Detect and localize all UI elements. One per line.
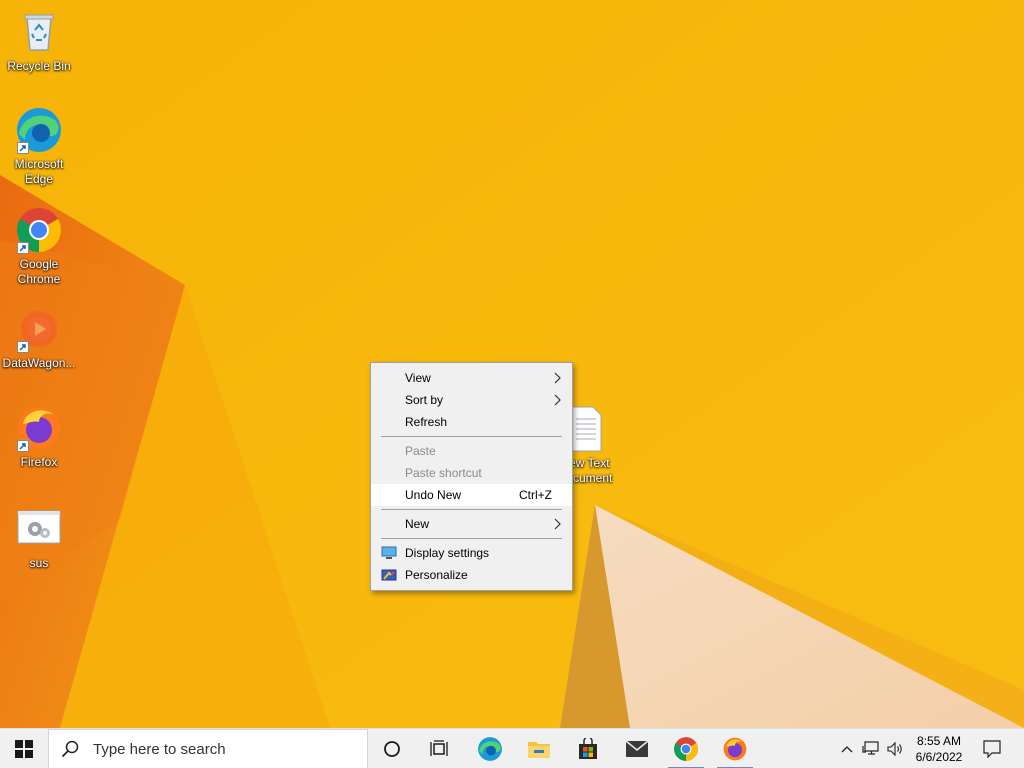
menu-item-sort-by[interactable]: Sort by [371,389,572,411]
menu-item-shortcut: Ctrl+Z [519,488,552,502]
menu-item-paste-shortcut: Paste shortcut [371,462,572,484]
taskbar-edge[interactable] [466,729,514,768]
personalize-icon [381,569,397,581]
network-icon [862,741,879,755]
chevron-up-icon [841,746,853,753]
menu-item-label: New [405,517,430,531]
clock-date: 6/6/2022 [915,750,963,764]
search-placeholder: Type here to search [93,740,226,758]
task-view-icon [430,740,448,756]
store-icon [579,738,597,759]
desktop[interactable]: Recycle Bin Microsoft Edge Google Chrome… [0,0,1024,728]
menu-item-label: Refresh [405,415,448,429]
menu-item-undo-new[interactable]: Undo New Ctrl+Z [371,484,572,506]
firefox-icon [15,404,63,452]
windows-logo-icon [15,740,33,758]
network-button[interactable] [859,729,883,768]
desktop-icon-recycle-bin[interactable]: Recycle Bin [1,8,77,74]
desktop-icon-datawagon[interactable]: DataWagon... [1,305,77,371]
task-view-button[interactable] [416,729,464,768]
shortcut-arrow-icon [17,142,29,154]
start-button[interactable] [0,729,48,768]
menu-item-label: Personalize [405,568,468,582]
cortana-button[interactable] [368,729,416,768]
recycle-bin-icon [15,8,63,56]
desktop-icon-chrome[interactable]: Google Chrome [1,206,77,287]
shortcut-arrow-icon [17,242,29,254]
datawagon-icon [15,305,63,353]
chevron-right-icon [554,518,561,530]
desktop-icon-label: DataWagon... [2,356,76,370]
chrome-icon [674,737,698,761]
menu-item-label: Undo New [405,488,462,502]
desktop-icon-label: Google Chrome [17,257,61,286]
taskbar-file-explorer[interactable] [515,729,563,768]
clock[interactable]: 8:55 AM 6/6/2022 [910,729,968,768]
shortcut-arrow-icon [17,440,29,452]
file-explorer-icon [528,742,550,758]
menu-item-label: Paste [405,444,436,458]
menu-item-label: View [405,371,431,385]
chevron-right-icon [554,372,561,384]
speaker-icon [887,741,902,757]
desktop-icon-label: Firefox [20,455,58,469]
taskbar-mail[interactable] [613,729,661,768]
menu-item-label: Paste shortcut [405,466,482,480]
notification-icon [983,740,1001,758]
menu-separator [381,509,562,510]
taskbar-chrome[interactable] [662,729,710,768]
clock-time: 8:55 AM [916,734,962,748]
chevron-right-icon [554,394,561,406]
menu-item-view[interactable]: View [371,367,572,389]
menu-item-new[interactable]: New [371,513,572,535]
desktop-icon-label: sus [29,556,49,570]
desktop-icon-edge[interactable]: Microsoft Edge [1,106,77,187]
menu-item-personalize[interactable]: Personalize [371,564,572,586]
menu-item-paste: Paste [371,440,572,462]
mail-icon [625,740,649,757]
taskbar-store[interactable] [564,729,612,768]
desktop-icon-label: Recycle Bin [7,59,71,73]
menu-item-display-settings[interactable]: Display settings [371,542,572,564]
menu-item-label: Display settings [405,546,490,560]
desktop-icon-label: Microsoft Edge [14,157,64,186]
cortana-icon [384,741,400,757]
desktop-icon-firefox[interactable]: Firefox [1,404,77,470]
settings-file-icon [15,505,63,553]
taskbar-firefox[interactable] [711,729,759,768]
volume-button[interactable] [884,729,908,768]
display-icon [381,546,397,559]
desktop-icon-sus[interactable]: sus [1,505,77,571]
desktop-context-menu: View Sort by Refresh Paste Paste shortcu… [370,362,573,591]
menu-item-refresh[interactable]: Refresh [371,411,572,433]
menu-item-label: Sort by [405,393,444,407]
edge-icon [15,106,63,154]
shortcut-arrow-icon [17,341,29,353]
show-hidden-icons-button[interactable] [836,729,858,768]
edge-icon [478,737,502,761]
taskbar-search-box[interactable]: Type here to search [48,729,368,768]
search-icon [61,740,79,758]
action-center-button[interactable] [972,729,1012,768]
taskbar: Type here to search 8:55 AM 6/6/2022 [0,728,1024,768]
chrome-icon [15,206,63,254]
menu-separator [381,436,562,437]
firefox-icon [723,737,747,761]
menu-separator [381,538,562,539]
